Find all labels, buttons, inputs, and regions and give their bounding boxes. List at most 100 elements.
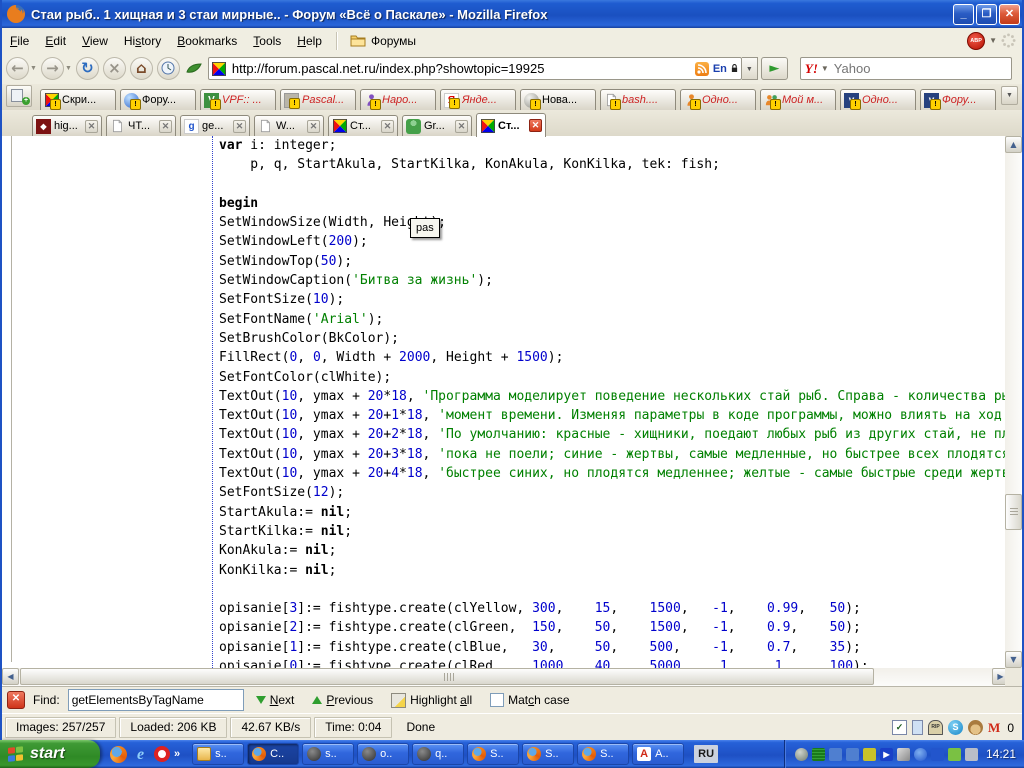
taskbar-task-folder[interactable]: s..: [192, 743, 244, 765]
start-button[interactable]: start: [0, 740, 100, 768]
search-box[interactable]: Y! ▼: [800, 57, 1012, 80]
search-engine-dropdown-icon[interactable]: ▼: [821, 64, 829, 73]
tab-close-icon[interactable]: ✕: [159, 120, 172, 133]
tray-wand-icon[interactable]: [897, 748, 910, 761]
tab[interactable]: ЧТ...✕: [106, 115, 176, 136]
tray-battery-icon[interactable]: [863, 748, 876, 761]
home-button[interactable]: ⌂: [130, 57, 153, 80]
vertical-scrollbar[interactable]: ▲ ▼: [1005, 136, 1022, 668]
tab-close-icon[interactable]: ✕: [307, 120, 320, 133]
rip-icon[interactable]: RIP: [928, 720, 943, 735]
taskbar-clock[interactable]: 14:21: [986, 747, 1016, 761]
skype-icon[interactable]: S: [948, 720, 963, 735]
forward-button[interactable]: →: [41, 57, 64, 80]
bookmarks-folder-forums[interactable]: Форумы: [344, 32, 422, 50]
taskbar-task-ball[interactable]: o..: [357, 743, 409, 765]
url-bar[interactable]: En: [208, 57, 742, 80]
tray-network-pc-a-icon[interactable]: [829, 748, 842, 761]
tab[interactable]: v!Фору...: [920, 89, 996, 110]
find-close-button[interactable]: ✕: [7, 691, 25, 709]
leaf-icon[interactable]: [186, 60, 202, 78]
minimize-button[interactable]: _: [953, 4, 974, 25]
quick-launch-overflow-icon[interactable]: »: [174, 748, 180, 760]
quick-launch-opera-icon[interactable]: [154, 746, 170, 762]
taskbar-task-ball[interactable]: s..: [302, 743, 354, 765]
url-input[interactable]: [230, 60, 691, 77]
rss-feed-icon[interactable]: [695, 62, 709, 76]
yahoo-logo-icon[interactable]: Y!: [805, 61, 818, 77]
taskbar-task-ball[interactable]: q..: [412, 743, 464, 765]
tab[interactable]: Я!Янде...: [440, 89, 516, 110]
history-clock-button[interactable]: [157, 57, 180, 80]
tray-network-pc-b-icon[interactable]: [846, 748, 859, 761]
reload-button[interactable]: ↻: [76, 57, 99, 80]
tab[interactable]: !Pascal...: [280, 89, 356, 110]
taskbar-task-firefox[interactable]: S..: [577, 743, 629, 765]
menu-file[interactable]: File: [2, 30, 37, 52]
gmail-icon[interactable]: M: [988, 720, 1000, 736]
tab[interactable]: !Одно...: [680, 89, 756, 110]
quick-launch-ie-icon[interactable]: e: [132, 746, 149, 763]
tray-video-driver-icon[interactable]: [948, 748, 961, 761]
menu-bookmarks[interactable]: Bookmarks: [169, 30, 245, 52]
tray-green-grid-icon[interactable]: [812, 748, 825, 761]
tab-close-icon[interactable]: ✕: [381, 120, 394, 133]
tab[interactable]: gge...✕: [180, 115, 250, 136]
horizontal-scroll-thumb[interactable]: [20, 668, 874, 685]
find-highlight-all-button[interactable]: Highlight all: [387, 691, 476, 710]
menu-edit[interactable]: Edit: [37, 30, 74, 52]
scroll-up-button[interactable]: ▲: [1005, 136, 1022, 153]
match-case-checkbox[interactable]: Match case: [486, 691, 573, 709]
back-dropdown-icon[interactable]: ▼: [30, 65, 37, 72]
tab[interactable]: !Нова...: [520, 89, 596, 110]
maximize-button[interactable]: ❐: [976, 4, 997, 25]
adblock-icon[interactable]: ABP: [967, 32, 985, 50]
tray-agent-icon[interactable]: [914, 748, 927, 761]
url-history-dropdown[interactable]: ▼: [742, 57, 758, 80]
taskbar-task-acrobat[interactable]: AA..: [632, 743, 684, 765]
tray-volume-icon[interactable]: [965, 748, 978, 761]
find-previous-button[interactable]: Previous: [308, 689, 377, 711]
taskbar-task-firefox[interactable]: S..: [522, 743, 574, 765]
back-button[interactable]: ←: [6, 57, 29, 80]
taskbar-task-firefox[interactable]: C..: [247, 743, 299, 765]
taskbar-task-firefox[interactable]: S..: [467, 743, 519, 765]
find-input[interactable]: [68, 689, 244, 711]
tab[interactable]: !Скри...: [40, 89, 116, 110]
tab[interactable]: Gr...✕: [402, 115, 472, 136]
frame-icon[interactable]: [912, 720, 923, 735]
tab[interactable]: !Мой м...: [760, 89, 836, 110]
new-tab-button[interactable]: +: [6, 85, 32, 107]
go-button[interactable]: ►: [761, 57, 788, 80]
tab[interactable]: W...✕: [254, 115, 324, 136]
tab-list-dropdown[interactable]: ▼: [1001, 86, 1018, 105]
tab-close-icon[interactable]: ✕: [529, 119, 542, 132]
close-button[interactable]: ✕: [999, 4, 1020, 25]
tab[interactable]: v!Одно...: [840, 89, 916, 110]
menu-help[interactable]: Help: [289, 30, 330, 52]
find-next-button[interactable]: Next: [252, 689, 299, 711]
language-indicator[interactable]: RU: [694, 745, 718, 763]
tab-close-icon[interactable]: ✕: [233, 120, 246, 133]
edit-check-icon[interactable]: ✓: [892, 720, 907, 735]
tab[interactable]: !bash....: [600, 89, 676, 110]
translate-lang-label[interactable]: En: [713, 63, 727, 75]
tab[interactable]: Ст...✕: [328, 115, 398, 136]
tray-net-activity-icon[interactable]: [795, 748, 808, 761]
tab-active[interactable]: Ст...✕: [476, 113, 546, 137]
monkey-icon[interactable]: [968, 720, 983, 735]
vertical-scroll-thumb[interactable]: [1005, 494, 1022, 530]
tab-close-icon[interactable]: ✕: [455, 120, 468, 133]
tray-media-player-icon[interactable]: ▶: [880, 748, 893, 761]
tab[interactable]: ◆hig...✕: [32, 115, 102, 136]
quick-launch-firefox-icon[interactable]: [110, 746, 127, 763]
checkbox-icon[interactable]: [490, 693, 504, 707]
horizontal-scrollbar[interactable]: ◀ ▶: [2, 668, 1009, 686]
tab[interactable]: !Фору...: [120, 89, 196, 110]
forward-dropdown-icon[interactable]: ▼: [65, 65, 72, 72]
tray-download-manager-icon[interactable]: [931, 748, 944, 761]
scroll-left-button[interactable]: ◀: [2, 668, 19, 685]
scroll-down-button[interactable]: ▼: [1005, 651, 1022, 668]
menu-view[interactable]: View: [74, 30, 116, 52]
tab[interactable]: V!VPF:: ...: [200, 89, 276, 110]
